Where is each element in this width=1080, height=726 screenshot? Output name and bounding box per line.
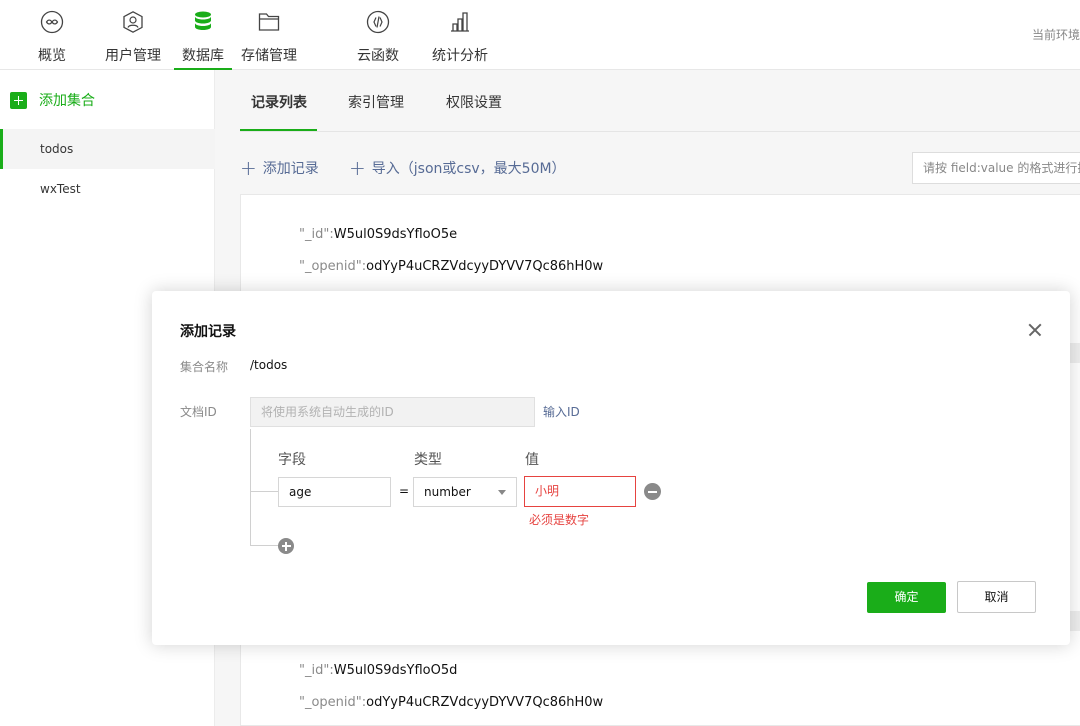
record-search-input[interactable]: 请按 field:value 的格式进行搜索 xyxy=(912,152,1080,184)
import-label: 导入（json或csv，最大50M） xyxy=(371,161,566,177)
record-openid-line: "_openid":odYyP4uCRZVdcyyDYVV7Qc86hH0w xyxy=(299,259,603,274)
current-environment-label[interactable]: 当前环境 xyxy=(1032,26,1080,43)
add-collection-button[interactable]: 添加集合 xyxy=(10,90,95,110)
statistics-icon xyxy=(451,12,469,32)
close-icon[interactable] xyxy=(1024,319,1046,341)
nav-label: 用户管理 xyxy=(105,48,161,64)
collection-item-wxtest[interactable]: wxTest xyxy=(0,169,215,209)
tab-index-management[interactable]: 索引管理 xyxy=(348,92,404,112)
nav-item-database[interactable]: 数据库 xyxy=(174,0,232,70)
record-value: W5ul0S9dsYfloO5d xyxy=(333,663,458,678)
nav-item-statistics[interactable]: 统计分析 xyxy=(431,0,489,70)
remove-field-icon[interactable] xyxy=(644,483,661,500)
collection-name-label: 集合名称 xyxy=(180,360,229,374)
record-id-line: "_id":W5ul0S9dsYfloO5d xyxy=(299,663,457,678)
record-value: W5ul0S9dsYfloO5e xyxy=(333,227,458,242)
tab-record-list[interactable]: 记录列表 xyxy=(251,92,307,112)
field-type-select[interactable]: number xyxy=(413,477,517,507)
document-id-label: 文档ID xyxy=(180,405,217,419)
record-openid-line: "_openid":odYyP4uCRZVdcyyDYVV7Qc86hH0w xyxy=(299,695,603,710)
database-icon xyxy=(195,11,211,30)
record-key: "_openid" xyxy=(299,259,362,274)
record-key: "_id" xyxy=(299,227,330,242)
confirm-button[interactable]: 确定 xyxy=(867,582,946,613)
document-id-input[interactable]: 将使用系统自动生成的ID xyxy=(250,397,535,427)
nav-item-overview[interactable]: 概览 xyxy=(36,0,68,70)
field-tree-line xyxy=(250,429,251,546)
add-collection-label: 添加集合 xyxy=(39,93,95,109)
column-header-field: 字段 xyxy=(278,452,306,468)
field-tree-branch xyxy=(250,545,278,546)
storage-folder-icon xyxy=(258,13,280,31)
record-value: odYyP4uCRZVdcyyDYVV7Qc86hH0w xyxy=(366,695,604,710)
field-tree-branch xyxy=(250,491,278,492)
user-management-icon xyxy=(123,11,143,33)
nav-label: 存储管理 xyxy=(241,48,297,64)
field-value-input[interactable]: 小明 xyxy=(524,476,636,507)
equals-sign: = xyxy=(399,484,410,498)
nav-item-storage[interactable]: 存储管理 xyxy=(240,0,298,70)
cancel-button[interactable]: 取消 xyxy=(957,581,1036,613)
tab-bar: 记录列表 索引管理 权限设置 xyxy=(215,70,1080,132)
dropdown-caret-icon xyxy=(498,490,506,495)
plus-icon: + xyxy=(240,156,257,180)
tab-permission-settings[interactable]: 权限设置 xyxy=(446,92,502,112)
collection-name-value: /todos xyxy=(250,358,288,372)
validation-error-message: 必须是数字 xyxy=(529,513,590,527)
record-key: "_id" xyxy=(299,663,330,678)
top-navigation: 概览 用户管理 数据库 存储管理 云函数 统计分析 当前环境 xyxy=(0,0,1080,70)
nav-label: 云函数 xyxy=(357,48,399,64)
tab-divider xyxy=(240,131,1080,132)
add-record-button[interactable]: + 添加记录 xyxy=(240,158,319,178)
record-value: odYyP4uCRZVdcyyDYVV7Qc86hH0w xyxy=(366,259,604,274)
add-record-label: 添加记录 xyxy=(262,161,319,177)
nav-label: 数据库 xyxy=(182,48,224,64)
import-button[interactable]: + 导入（json或csv，最大50M） xyxy=(349,158,566,178)
field-name-input[interactable]: age xyxy=(278,477,391,507)
add-field-icon[interactable] xyxy=(278,538,294,554)
record-key: "_openid" xyxy=(299,695,362,710)
enter-id-link[interactable]: 输入ID xyxy=(543,403,580,420)
add-record-dialog: 添加记录 集合名称 /todos 文档ID 将使用系统自动生成的ID 输入ID … xyxy=(152,291,1070,645)
column-header-type: 类型 xyxy=(414,452,442,468)
plus-icon: + xyxy=(349,156,366,180)
field-type-value: number xyxy=(424,485,471,499)
column-header-value: 值 xyxy=(525,452,539,468)
collection-item-todos[interactable]: todos xyxy=(0,129,215,169)
nav-label: 概览 xyxy=(38,48,66,64)
dialog-title: 添加记录 xyxy=(180,324,236,340)
plus-square-icon xyxy=(10,91,27,109)
overview-icon xyxy=(40,10,64,34)
nav-item-cloud-functions[interactable]: 云函数 xyxy=(356,0,400,70)
nav-label: 统计分析 xyxy=(432,48,488,64)
cloud-function-icon xyxy=(366,10,390,34)
nav-item-user-management[interactable]: 用户管理 xyxy=(104,0,162,70)
record-id-line: "_id":W5ul0S9dsYfloO5e xyxy=(299,227,457,242)
